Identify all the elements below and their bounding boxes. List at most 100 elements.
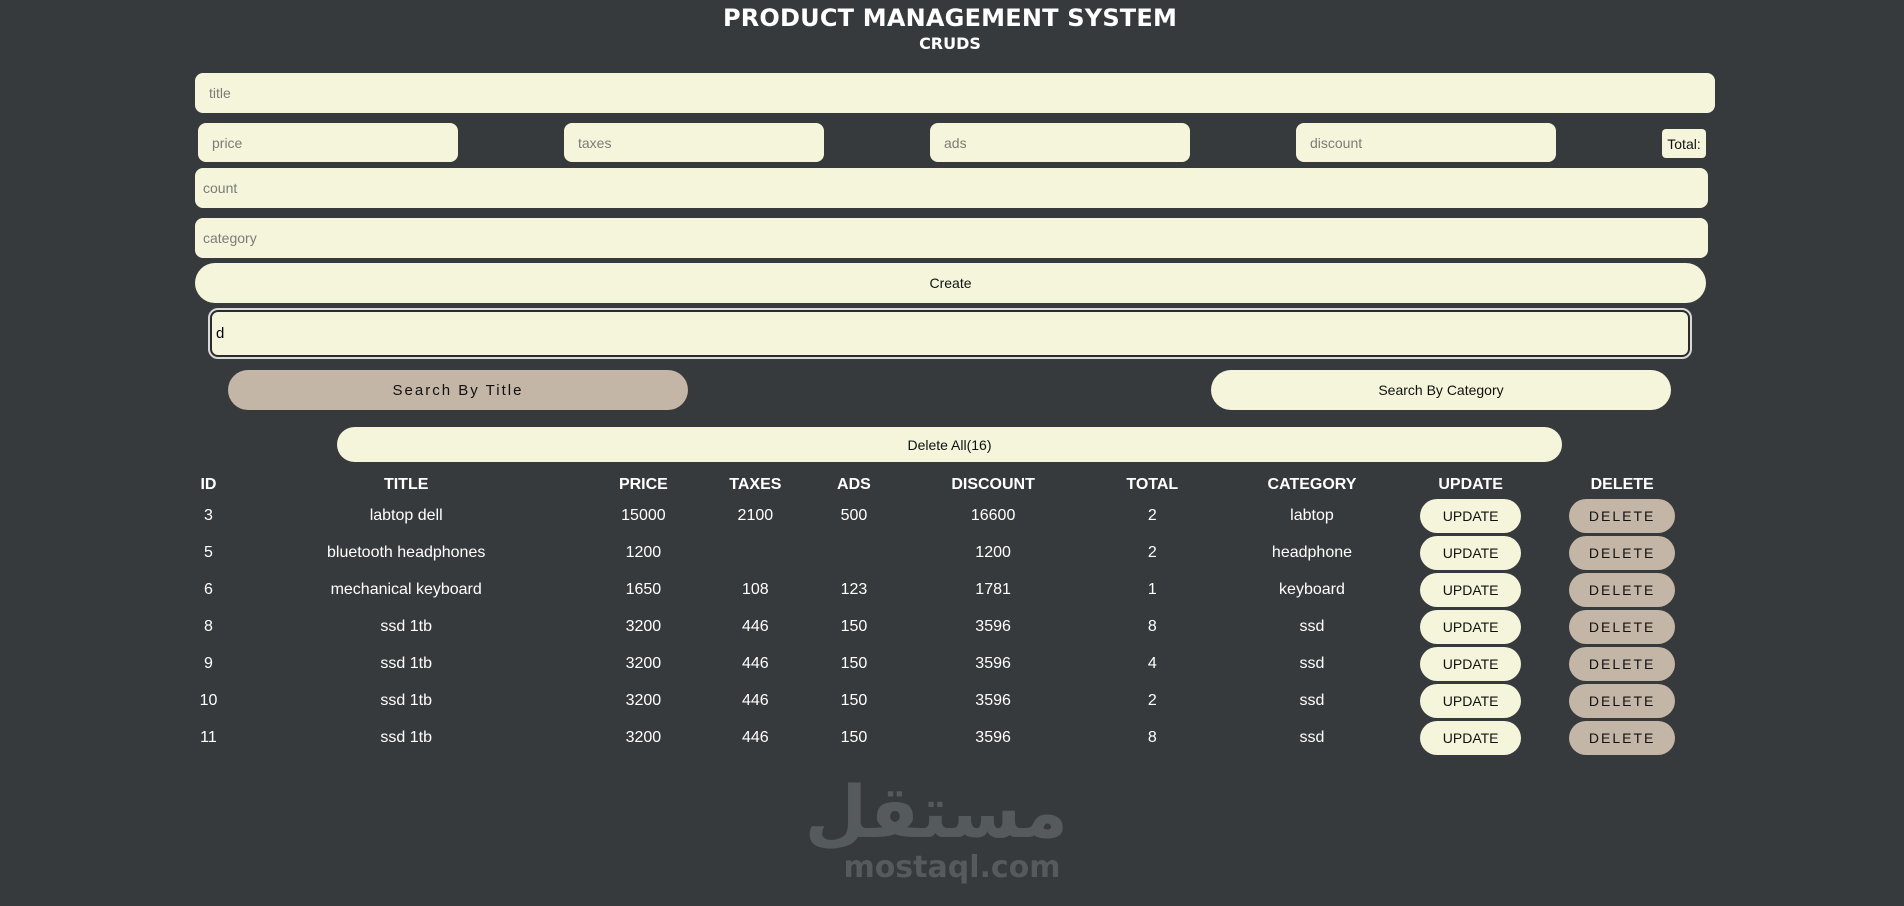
cell-category: keyboard [1279,580,1345,598]
cell-discount: 3596 [975,617,1011,635]
cell-delete: DELETE [1534,571,1710,608]
count-input[interactable] [195,168,1708,208]
create-button[interactable]: Create [195,263,1706,303]
cell-taxes: 446 [742,691,769,709]
delete-button[interactable]: DELETE [1569,646,1676,681]
cell-total: 2 [1147,506,1157,524]
page-title: PRODUCT MANAGEMENT SYSTEM [722,4,1178,32]
cell-price: 3200 [625,728,662,746]
delete-button[interactable]: DELETE [1569,609,1676,644]
cell-ads: 150 [840,691,868,709]
cell-title: labtop dell [369,506,443,524]
price-input[interactable] [198,123,458,162]
cell-title: bluetooth headphones [326,543,486,561]
cell-category: ssd [1299,691,1325,709]
table-row: 8 ssd 1tb 3200 446 150 3596 8 ssd UPDATE DELETE [190,608,1710,645]
delete-button[interactable]: DELETE [1569,683,1676,718]
cell-delete: DELETE [1534,719,1710,756]
cell-title: ssd 1tb [380,728,432,746]
cell-discount: 3596 [975,728,1011,746]
search-input[interactable] [208,308,1692,359]
cell-ads: 500 [840,506,868,524]
header-update: UPDATE [1438,476,1503,493]
cell-id: 3 [204,506,213,524]
table-row: 6 mechanical keyboard 1650 108 123 1781 1 keybo… [190,571,1710,608]
cell-category: labtop [1290,506,1334,524]
watermark-arabic-text: مستقل [804,770,1068,854]
title-input[interactable] [195,73,1715,113]
cell-update: UPDATE [1407,571,1534,608]
header-title: TITLE [383,476,429,493]
header-category: CATEGORY [1267,476,1357,493]
discount-input[interactable] [1296,123,1556,162]
page: PRODUCT MANAGEMENT SYSTEM CRUDS Total: C… [0,0,1904,906]
table-header-row: ID TITLE PRICE TAXES ADS DISCOUNT TOTAL … [190,473,1710,497]
cell-id: 10 [199,691,218,709]
page-subtitle: CRUDS [919,34,981,53]
cell-taxes [701,534,809,571]
cell-ads: 150 [840,654,868,672]
cell-ads [809,534,898,571]
cell-taxes: 2100 [737,506,774,524]
cell-delete: DELETE [1534,534,1710,571]
cell-update: UPDATE [1407,719,1534,756]
update-button[interactable]: UPDATE [1420,535,1522,570]
cell-price: 3200 [625,654,662,672]
cell-category: ssd [1299,728,1325,746]
table-row: 11 ssd 1tb 3200 446 150 3596 8 ssd UPDATE DELETE [190,719,1710,756]
cell-title: mechanical keyboard [330,580,482,598]
cell-total: 4 [1147,654,1157,672]
cell-title: ssd 1tb [380,617,432,635]
search-by-title-button[interactable]: Search By Title [228,370,688,410]
cell-id: 9 [204,654,213,672]
header-price: PRICE [618,476,668,493]
table-row: 3 labtop dell 15000 2100 500 16600 2 labtop UPDA… [190,497,1710,534]
update-button[interactable]: UPDATE [1420,720,1522,755]
update-button[interactable]: UPDATE [1420,683,1522,718]
cell-taxes: 446 [742,617,769,635]
taxes-input[interactable] [564,123,824,162]
table-row: 10 ssd 1tb 3200 446 150 3596 2 ssd UPDATE DELETE [190,682,1710,719]
cell-delete: DELETE [1534,497,1710,534]
cell-update: UPDATE [1407,497,1534,534]
cell-id: 8 [204,617,213,635]
delete-button[interactable]: DELETE [1569,535,1676,570]
cell-taxes: 446 [742,654,769,672]
category-input[interactable] [195,218,1708,258]
ads-input[interactable] [930,123,1190,162]
watermark-latin-text: mostaql.com [843,850,1061,885]
cell-total: 2 [1147,691,1157,709]
delete-button[interactable]: DELETE [1569,720,1676,755]
update-button[interactable]: UPDATE [1420,609,1522,644]
cell-discount: 1200 [975,543,1011,561]
delete-button[interactable]: DELETE [1569,498,1676,533]
header-total: TOTAL [1126,476,1179,493]
table-row: 9 ssd 1tb 3200 446 150 3596 4 ssd UPDATE DELETE [190,645,1710,682]
cell-category: headphone [1271,543,1353,561]
cell-discount: 3596 [975,691,1011,709]
cell-update: UPDATE [1407,645,1534,682]
cell-taxes: 446 [742,728,769,746]
cell-delete: DELETE [1534,645,1710,682]
header-taxes: TAXES [729,476,782,493]
delete-all-button[interactable]: Delete All(16) [337,427,1562,462]
cell-discount: 3596 [975,654,1011,672]
cell-id: 6 [204,580,213,598]
cell-total: 8 [1147,617,1157,635]
cell-update: UPDATE [1407,682,1534,719]
cell-discount: 1781 [975,580,1011,598]
cell-price: 3200 [625,691,662,709]
update-button[interactable]: UPDATE [1420,498,1522,533]
update-button[interactable]: UPDATE [1420,646,1522,681]
header-delete: DELETE [1590,476,1654,493]
cell-ads: 150 [840,728,868,746]
cell-total: 1 [1147,580,1157,598]
cell-total: 2 [1147,543,1157,561]
cell-category: ssd [1299,654,1325,672]
cell-price: 15000 [621,506,666,524]
search-by-category-button[interactable]: Search By Category [1211,370,1671,410]
update-button[interactable]: UPDATE [1420,572,1522,607]
cell-discount: 16600 [970,506,1016,524]
delete-button[interactable]: DELETE [1569,572,1676,607]
cell-price: 1200 [625,543,662,561]
